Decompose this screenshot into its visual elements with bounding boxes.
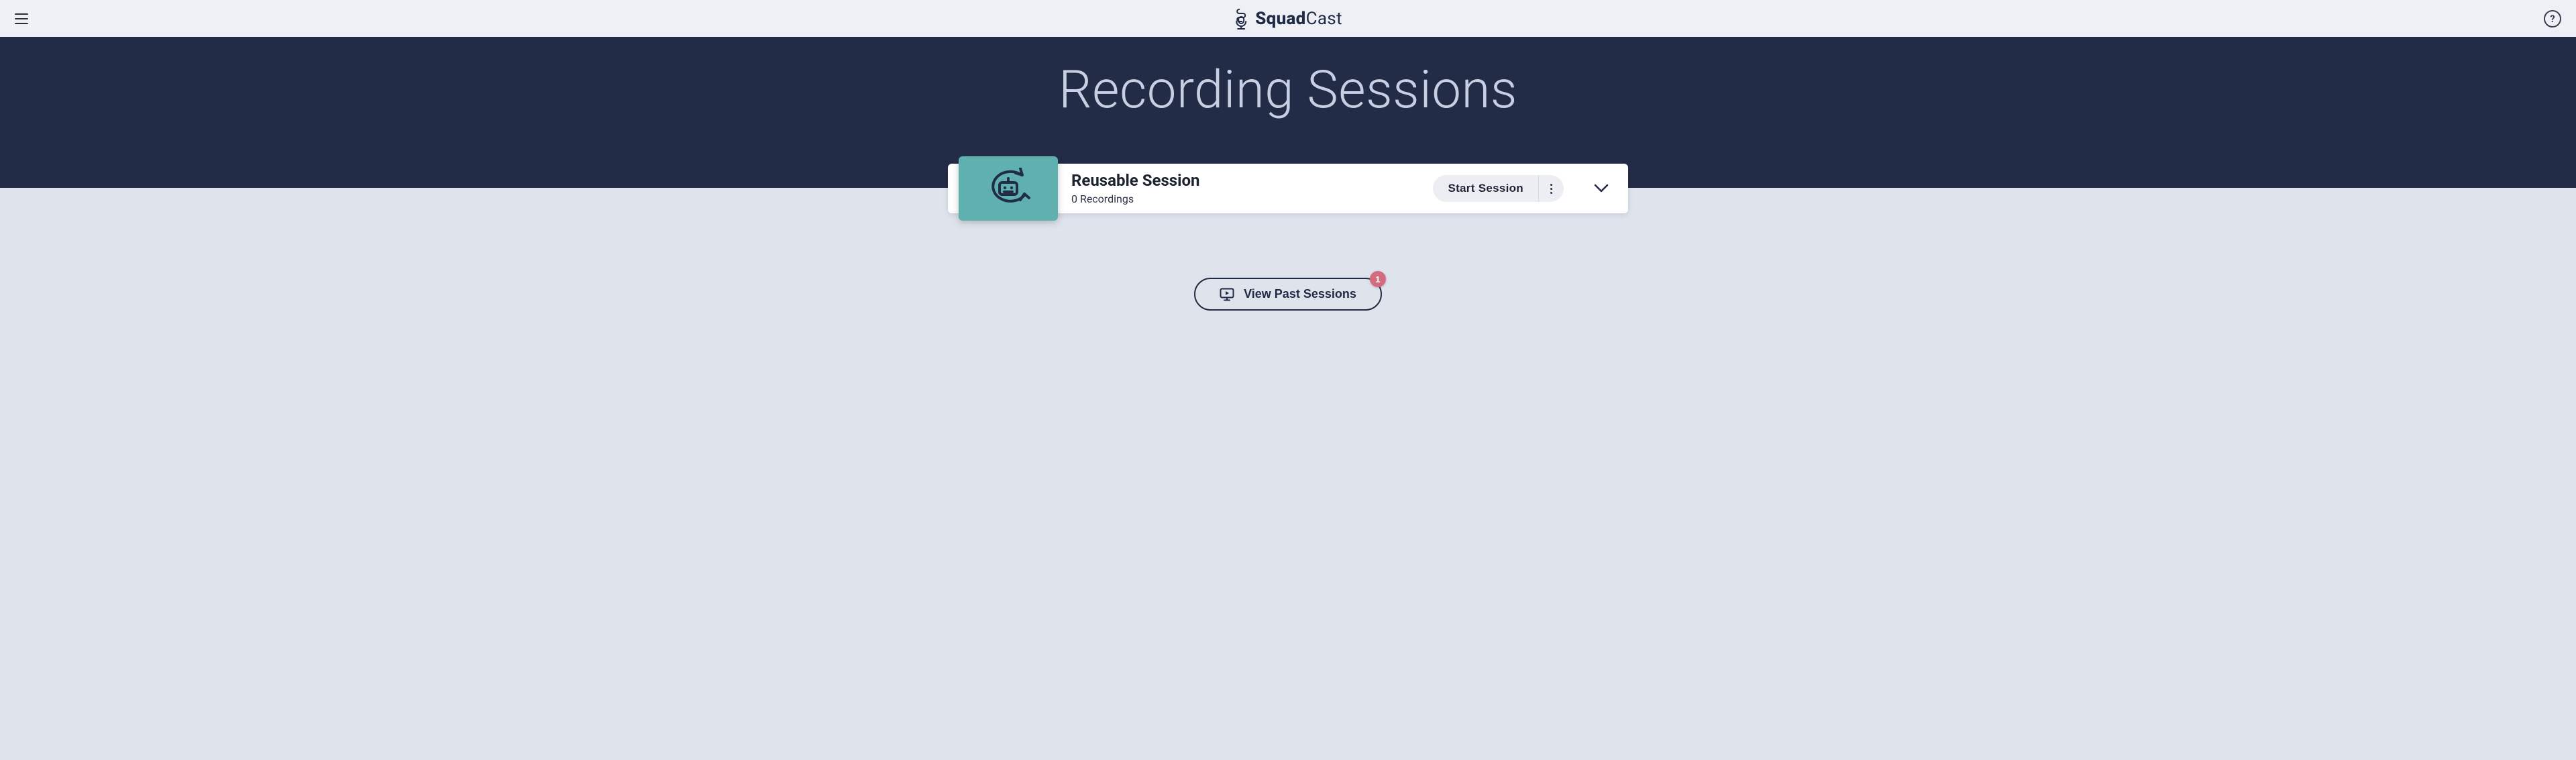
page-title: Recording Sessions (1059, 60, 1517, 121)
past-sessions-area: View Past Sessions 1 (0, 278, 2576, 311)
menu-button[interactable] (15, 11, 31, 27)
view-past-sessions-label: View Past Sessions (1244, 287, 1356, 301)
session-more-button[interactable] (1538, 175, 1564, 202)
top-bar: SquadCast ? (0, 0, 2576, 37)
help-button[interactable]: ? (2544, 10, 2561, 28)
session-actions: Start Session (1433, 175, 1564, 202)
session-subtitle: 0 Recordings (1071, 193, 1422, 205)
mic-icon (1234, 7, 1248, 30)
session-thumbnail (959, 156, 1058, 221)
chevron-down-icon (1594, 184, 1609, 193)
kebab-icon (1550, 184, 1552, 194)
view-past-sessions-button[interactable]: View Past Sessions 1 (1194, 278, 1382, 311)
question-mark-icon: ? (2550, 13, 2555, 25)
start-session-button[interactable]: Start Session (1433, 175, 1538, 202)
session-card: Reusable Session 0 Recordings Start Sess… (948, 164, 1628, 213)
session-title: Reusable Session (1071, 172, 1422, 189)
brand-text-light: Cast (1306, 9, 1342, 29)
monitor-play-icon (1220, 288, 1234, 301)
brand-text: SquadCast (1255, 9, 1342, 29)
brand-text-bold: Squad (1255, 9, 1305, 29)
content-area: Reusable Session 0 Recordings Start Sess… (0, 164, 2576, 337)
session-info: Reusable Session 0 Recordings (1071, 172, 1422, 205)
expand-button[interactable] (1587, 174, 1616, 203)
robot-refresh-icon (985, 168, 1032, 209)
past-sessions-badge: 1 (1370, 271, 1386, 287)
brand-logo: SquadCast (1234, 7, 1342, 30)
